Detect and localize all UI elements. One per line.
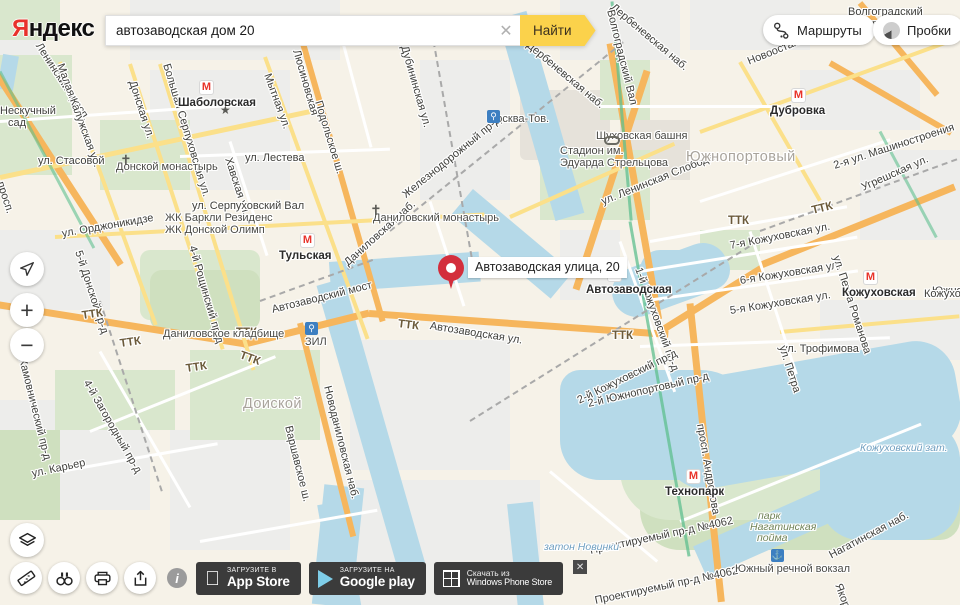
metro-icon[interactable]: M bbox=[792, 89, 805, 102]
google-play-text: Загрузите на Google play bbox=[340, 567, 415, 590]
info-icon: i bbox=[175, 570, 179, 586]
pin-dot bbox=[446, 263, 456, 273]
map-road-secondary bbox=[600, 105, 780, 108]
metro-icon[interactable]: M bbox=[301, 234, 314, 247]
traffic-button[interactable]: Пробки bbox=[873, 15, 960, 45]
stadium-icon bbox=[604, 136, 620, 145]
search-box[interactable]: ✕ bbox=[105, 15, 520, 46]
traffic-label: Пробки bbox=[907, 22, 952, 38]
ruler-button[interactable] bbox=[10, 562, 42, 594]
windows-store-top: Скачать из bbox=[451, 567, 510, 578]
metro-icon[interactable]: M bbox=[864, 271, 877, 284]
windows-phone-store-badge[interactable]: Скачать из Windows Phone Store bbox=[433, 562, 564, 595]
address-marker[interactable]: Автозаводская улица, 20 bbox=[438, 255, 627, 289]
map-urban-area bbox=[420, 60, 510, 200]
share-button[interactable] bbox=[124, 562, 156, 594]
yandex-logo[interactable]: Яндекс bbox=[12, 15, 95, 42]
layers-button[interactable] bbox=[10, 523, 44, 557]
railway-station-icon: ⚲ bbox=[487, 110, 500, 123]
printer-icon bbox=[93, 571, 111, 585]
map-application: Ленинский просп. Нескучный сад Малая Калужс… bbox=[0, 0, 960, 605]
traffic-dial-icon bbox=[883, 21, 900, 39]
binoculars-icon bbox=[55, 571, 73, 585]
navigation-arrow-icon bbox=[20, 262, 34, 276]
geolocation-button[interactable] bbox=[10, 252, 44, 286]
zoom-in-button[interactable]: + bbox=[10, 293, 44, 327]
share-icon bbox=[134, 570, 146, 586]
zoom-out-button[interactable]: − bbox=[10, 328, 44, 362]
layers-icon bbox=[18, 532, 36, 546]
church-icon: ✝ bbox=[120, 152, 132, 168]
search-bar[interactable]: ✕ Найти bbox=[105, 15, 596, 46]
google-play-top: Загрузите на bbox=[324, 567, 395, 575]
info-button[interactable]: i bbox=[167, 568, 187, 588]
app-store-badge[interactable]:  Загрузите в App Store bbox=[196, 562, 301, 595]
plus-icon: + bbox=[20, 296, 34, 323]
app-store-text: Загрузите в App Store bbox=[227, 567, 290, 590]
metro-icon[interactable]: M bbox=[687, 470, 700, 483]
map-canvas[interactable]: Ленинский просп. Нескучный сад Малая Калужс… bbox=[0, 0, 960, 605]
promo-close-icon[interactable]: ✕ bbox=[573, 560, 588, 574]
church-icon: ✝ bbox=[370, 202, 382, 218]
metro-icon[interactable]: M bbox=[200, 81, 213, 94]
ruler-icon bbox=[16, 570, 35, 586]
windows-store-main: Windows Phone Store bbox=[451, 577, 552, 588]
minus-icon: − bbox=[20, 331, 34, 358]
print-button[interactable] bbox=[86, 562, 118, 594]
google-play-icon bbox=[317, 569, 333, 588]
google-play-main: Google play bbox=[324, 573, 415, 589]
map-pin-icon[interactable] bbox=[438, 255, 464, 289]
app-store-top: Загрузите в bbox=[212, 567, 276, 575]
app-store-main: App Store bbox=[212, 573, 290, 589]
routes-label: Маршруты bbox=[797, 22, 862, 38]
logo-rest: ндекс bbox=[28, 15, 95, 42]
routes-button[interactable]: Маршруты bbox=[763, 15, 875, 45]
panorama-button[interactable] bbox=[48, 562, 80, 594]
search-input[interactable] bbox=[106, 17, 492, 44]
app-promo-bar:  Загрузите в App Store Загрузите на Goo… bbox=[196, 560, 588, 595]
map-park bbox=[0, 430, 60, 520]
marker-label[interactable]: Автозаводская улица, 20 bbox=[468, 257, 627, 278]
landmark-star-icon: ★ bbox=[220, 103, 231, 117]
windows-icon bbox=[442, 570, 460, 587]
river-port-icon: ⚓ bbox=[771, 549, 784, 562]
clear-search-icon[interactable]: ✕ bbox=[492, 15, 520, 46]
route-icon bbox=[774, 22, 789, 39]
apple-icon:  bbox=[205, 569, 220, 589]
google-play-badge[interactable]: Загрузите на Google play bbox=[308, 562, 426, 595]
logo-ya-letter: Я bbox=[12, 15, 29, 42]
find-button[interactable]: Найти bbox=[520, 15, 596, 46]
windows-store-text: Скачать из Windows Phone Store bbox=[451, 567, 552, 588]
railway-station-icon: ⚲ bbox=[305, 322, 318, 335]
